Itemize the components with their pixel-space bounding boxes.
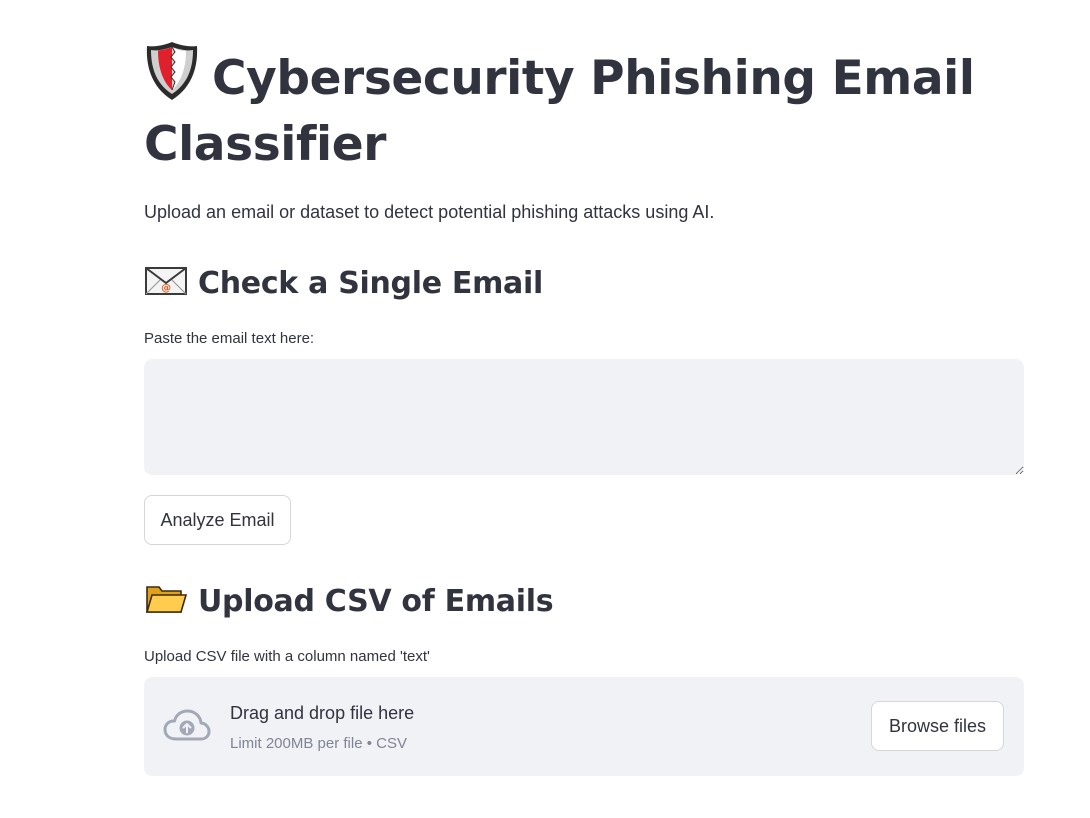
page-title-text: Cybersecurity Phishing Email Classifier — [144, 51, 975, 172]
csv-file-label: Upload CSV file with a column named 'tex… — [144, 648, 430, 665]
file-dropzone[interactable]: Drag and drop file here Limit 200MB per … — [144, 677, 1024, 776]
svg-text:@: @ — [161, 283, 171, 294]
csv-upload-heading-text: Upload CSV of Emails — [198, 584, 554, 619]
csv-upload-heading: Upload CSV of Emails — [144, 582, 554, 622]
analyze-email-button[interactable]: Analyze Email — [144, 495, 291, 545]
folder-icon — [145, 586, 188, 613]
single-email-heading-text: Check a Single Email — [198, 266, 543, 301]
email-text-label: Paste the email text here: — [144, 330, 315, 347]
email-text-input[interactable] — [144, 359, 1024, 475]
dropzone-limit-text: Limit 200MB per file • CSV — [230, 735, 407, 752]
browse-files-button[interactable]: Browse files — [871, 701, 1004, 751]
single-email-heading: @ Check a Single Email — [144, 264, 543, 304]
dropzone-title: Drag and drop file here — [230, 703, 415, 723]
shield-icon — [146, 42, 198, 100]
page-title: Cybersecurity Phishing Email Classifier — [144, 40, 1024, 178]
envelope-icon: @ — [145, 267, 187, 295]
cloud-upload-icon — [163, 709, 211, 741]
page-subtitle: Upload an email or dataset to detect pot… — [144, 202, 715, 222]
